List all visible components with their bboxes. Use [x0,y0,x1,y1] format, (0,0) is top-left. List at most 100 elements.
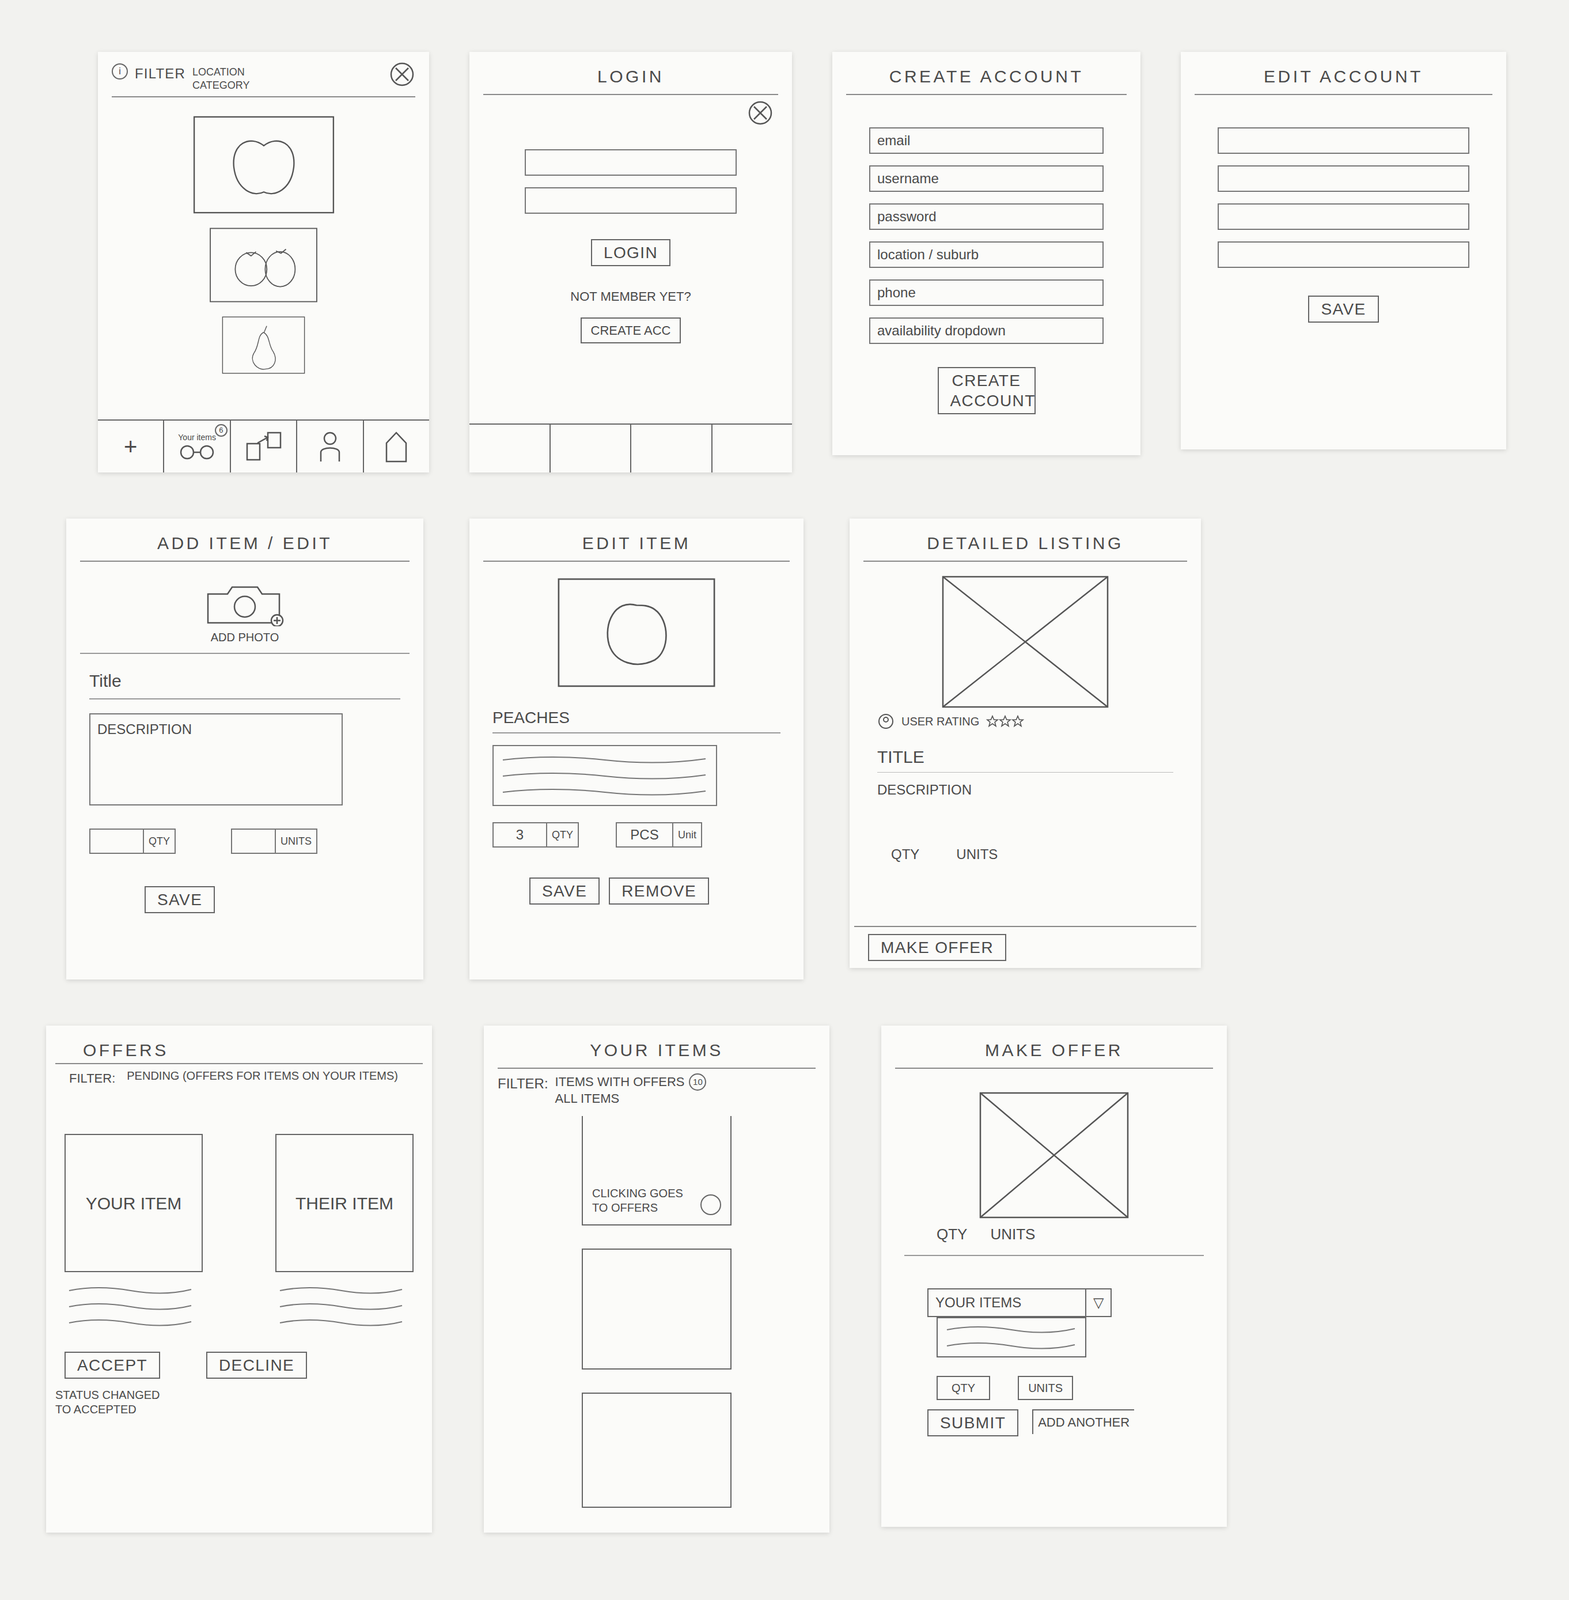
screen-title: MAKE OFFER [895,1025,1214,1069]
create-account-button[interactable]: CREATE ACCOUNT [937,366,1036,415]
star-icon [998,714,1012,728]
filter-option[interactable]: ITEMS WITH OFFERS10 [555,1073,707,1091]
make-offer-screen: MAKE OFFERQTYUNITSYOUR ITEMS▽QTYUNITSSUB… [881,1025,1227,1527]
filter-value[interactable]: PENDING (OFFERS FOR ITEMS ON YOUR ITEMS) [126,1068,399,1088]
login-field[interactable] [524,149,737,176]
account-field[interactable] [1217,241,1470,268]
home-tab[interactable] [364,420,430,473]
submit-button[interactable]: SUBMIT [927,1408,1019,1436]
add-tab[interactable]: + [97,420,165,473]
filter-option[interactable]: CATEGORY [192,78,250,93]
item-name[interactable]: PEACHES [492,705,781,734]
account-field[interactable]: phone [869,279,1104,306]
create-account-screen: CREATE ACCOUNT email username password locat… [832,51,1141,456]
filter-option[interactable]: ALL ITEMS [555,1090,707,1107]
filter-label: FILTER: [497,1073,549,1107]
account-field[interactable] [1217,165,1470,192]
profile-tab[interactable] [297,420,364,473]
description-field[interactable] [492,744,718,806]
screen-title: EDIT ACCOUNT [1194,51,1493,96]
star-icon [986,714,999,728]
screen-title: CREATE ACCOUNT [846,51,1127,96]
screen-title: DETAILED LISTING [863,518,1188,562]
edit-account-screen: EDIT ACCOUNT SAVE [1180,51,1507,450]
create-account-link[interactable]: CREATE ACC [580,317,682,344]
account-field[interactable]: availability dropdown [869,317,1104,344]
item-with-offers-card[interactable]: CLICKING GOES TO OFFERS [581,1115,732,1226]
close-icon[interactable] [388,61,416,88]
description-field[interactable]: DESCRIPTION [89,713,343,806]
wireframe-sheet: i FILTER LOCATIONCATEGORY +Your items6 LOGIN… [0,0,1569,1600]
units-field[interactable]: UNITS [1017,1375,1074,1400]
status-note: STATUS CHANGED TO ACCEPTED [46,1378,185,1417]
units-label: UNITS [990,1222,1036,1246]
browse-screen: i FILTER LOCATIONCATEGORY +Your items6 [97,51,430,473]
add-item-screen: ADD ITEM / EDITADD PHOTOTitleDESCRIPTION… [66,518,424,980]
text-lines-icon [275,1278,408,1333]
offer-item-card[interactable]: YOUR ITEM [64,1133,203,1272]
screen-title: YOUR ITEMS [497,1025,816,1069]
login-button[interactable]: LOGIN [590,239,671,267]
tab[interactable] [631,424,713,473]
image-placeholder-icon [979,1091,1129,1219]
hint-note: CLICKING GOES TO OFFERS [592,1185,701,1215]
remove-button[interactable]: REMOVE [608,877,710,905]
image-placeholder-icon [941,575,1109,708]
swap-tab[interactable] [230,420,298,473]
account-field[interactable]: email [869,127,1104,154]
info-button[interactable]: i [111,63,128,80]
apple-photo-icon [191,115,336,214]
add-another-button[interactable]: ADD ANOTHER [1032,1408,1135,1434]
units-field[interactable]: PCSUnit [615,821,703,848]
save-button[interactable]: SAVE [1308,295,1379,323]
items-tab[interactable]: Your items6 [164,420,231,473]
screen-title: EDIT ITEM [483,518,790,562]
add-photo-label[interactable]: ADD PHOTO [210,628,280,646]
filter-option[interactable]: LOCATION [192,65,250,79]
account-field[interactable]: password [869,203,1104,230]
tab[interactable] [550,424,632,473]
selected-item-preview [936,1316,1087,1358]
user-avatar-icon [877,712,895,730]
edit-item-screen: EDIT ITEM PEACHES 3QTY PCSUnit SAVE REMOVE [469,518,804,980]
tab-bar [469,423,792,473]
login-field[interactable] [524,187,737,214]
save-button[interactable]: SAVE [144,885,215,913]
badge: 10 [688,1073,707,1091]
login-screen: LOGINLOGINNOT MEMBER YET?CREATE ACC [469,51,792,473]
accept-button[interactable]: ACCEPT [64,1351,161,1379]
listing-description: DESCRIPTION [877,779,1174,801]
item-card[interactable] [581,1392,732,1508]
user-rating-label: USER RATING [901,712,980,730]
qty-field[interactable]: QTY [89,828,176,854]
units-field[interactable]: UNITS [230,828,318,854]
your-items-dropdown[interactable]: YOUR ITEMS▽ [927,1287,1112,1317]
glasses-icon [176,442,218,461]
tab[interactable] [469,424,551,473]
filter-label[interactable]: FILTER [134,63,186,85]
account-field[interactable]: location / suburb [869,241,1104,268]
account-field[interactable] [1217,127,1470,154]
qty-field[interactable]: 3QTY [492,821,579,848]
swap-icon [243,429,284,464]
camera-icon[interactable] [204,580,286,627]
account-field[interactable] [1217,203,1470,230]
offers-screen: OFFERSFILTER:PENDING (OFFERS FOR ITEMS O… [46,1025,432,1533]
signup-prompt: NOT MEMBER YET? [570,286,691,306]
close-icon[interactable] [747,99,774,127]
make-offer-button[interactable]: MAKE OFFER [868,933,1007,961]
filter-label: FILTER: [69,1068,116,1088]
tab[interactable] [712,424,793,473]
badge: 6 [214,423,228,437]
qty-field[interactable]: QTY [936,1375,991,1400]
tab-bar: +Your items6 [97,419,430,473]
save-button[interactable]: SAVE [529,877,600,905]
home-icon [383,429,410,464]
item-card[interactable] [581,1248,732,1370]
text-lines-icon [64,1278,197,1333]
offer-item-card[interactable]: THEIR ITEM [275,1133,414,1272]
account-field[interactable]: username [869,165,1104,192]
text-lines-icon [942,1317,1081,1356]
title-field[interactable]: Title [89,667,401,700]
decline-button[interactable]: DECLINE [206,1351,308,1379]
